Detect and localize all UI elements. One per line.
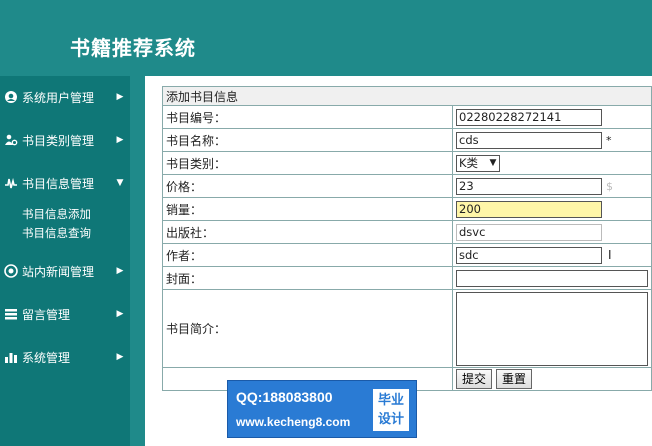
cover-input[interactable] [456, 269, 648, 287]
chevron-right-icon: ▶ [116, 352, 124, 362]
form-row: 销量： 200 [162, 197, 652, 221]
form-label: 出版社： [162, 220, 453, 244]
chevron-right-icon: ▶ [116, 309, 124, 319]
watermark-site: www.kecheng8.com [236, 415, 351, 429]
book-intro-textarea[interactable] [456, 291, 648, 366]
submit-button[interactable]: 提交 [456, 369, 493, 389]
sidebar-item-label: 书目信息管理 [22, 176, 95, 191]
watermark-qq: QQ:188083800 [236, 389, 333, 405]
header-bar: 书籍推荐系统 [0, 0, 652, 76]
form-row: 书目简介： [162, 289, 652, 368]
book-name-input[interactable]: cds [456, 131, 602, 149]
user-circle-icon [0, 90, 22, 104]
book-form: 添加书目信息 书目编号： 02280228272141 书目名称： cds * 书… [162, 86, 652, 391]
target-icon [0, 264, 22, 278]
text-cursor-icon: I [608, 247, 612, 262]
price-suffix: $ [606, 179, 613, 193]
dropdown-arrow-icon: ▼ [489, 158, 497, 168]
form-row: 书目名称： cds * [162, 128, 652, 152]
form-caption: 添加书目信息 [162, 86, 652, 106]
sidebar-item-book-info-management[interactable]: 书目信息管理 ▼ [0, 171, 130, 195]
form-label: 书目简介： [162, 289, 453, 368]
sidebar-item-label: 系统用户管理 [22, 90, 95, 105]
chevron-right-icon: ▶ [116, 266, 124, 276]
form-row: 价格： 23 $ [162, 174, 652, 198]
publisher-input[interactable]: dsvc [456, 223, 602, 241]
chevron-right-icon: ▶ [116, 135, 124, 145]
watermark-badge: 毕业 设计 [373, 389, 409, 431]
sidebar-item-user-management[interactable]: 系统用户管理 ▶ [0, 85, 130, 109]
form-row: 作者： sdc I [162, 243, 652, 267]
sidebar-item-label: 书目类别管理 [22, 133, 95, 148]
required-mark: * [606, 133, 612, 147]
author-input[interactable]: sdc [456, 246, 602, 264]
form-label: 价格： [162, 174, 453, 198]
form-label: 作者： [162, 243, 453, 267]
book-category-select[interactable]: K类 ▼ [456, 154, 500, 172]
sidebar-item-label: 站内新闻管理 [22, 264, 95, 279]
sales-input[interactable]: 200 [456, 200, 602, 218]
sidebar-item-message-management[interactable]: 留言管理 ▶ [0, 302, 130, 326]
form-label: 书目名称： [162, 128, 453, 152]
chevron-right-icon: ▶ [116, 92, 124, 102]
book-id-input[interactable]: 02280228272141 [456, 108, 602, 126]
people-icon [0, 133, 22, 147]
stack-icon [0, 307, 22, 321]
form-row: 出版社： dsvc [162, 220, 652, 244]
sidebar-item-news-management[interactable]: 站内新闻管理 ▶ [0, 259, 130, 283]
form-row: 书目类别： K类 ▼ [162, 151, 652, 175]
sidebar-item-system-management[interactable]: 系统管理 ▶ [0, 345, 130, 369]
sidebar-item-category-management[interactable]: 书目类别管理 ▶ [0, 128, 130, 152]
watermark-badge-line2: 设计 [377, 412, 404, 427]
bar-chart-icon [0, 350, 22, 364]
signal-icon [0, 176, 22, 190]
form-label: 封面： [162, 266, 453, 290]
reset-button[interactable]: 重置 [496, 369, 533, 389]
form-label: 书目编号： [162, 105, 453, 129]
selected-value: K类 [459, 156, 479, 170]
price-input[interactable]: 23 [456, 177, 602, 195]
sidebar-subitem-book-query[interactable]: 书目信息查询 [22, 225, 91, 241]
sidebar-item-label: 系统管理 [22, 350, 71, 365]
form-label: 书目类别： [162, 151, 453, 175]
watermark-banner: QQ:188083800 www.kecheng8.com 毕业 设计 [227, 380, 417, 438]
chevron-down-icon: ▼ [116, 178, 124, 188]
form-row: 封面： [162, 266, 652, 290]
watermark-badge-line1: 毕业 [377, 393, 404, 408]
sidebar-item-label: 留言管理 [22, 307, 71, 322]
sidebar: 系统用户管理 ▶ 书目类别管理 ▶ 书目信息管理 ▼ 书目信息添加 书目信息查询… [0, 76, 130, 446]
form-label: 销量： [162, 197, 453, 221]
sidebar-subitem-book-add[interactable]: 书目信息添加 [22, 206, 91, 222]
form-row: 书目编号： 02280228272141 [162, 105, 652, 129]
app-title: 书籍推荐系统 [70, 36, 196, 60]
